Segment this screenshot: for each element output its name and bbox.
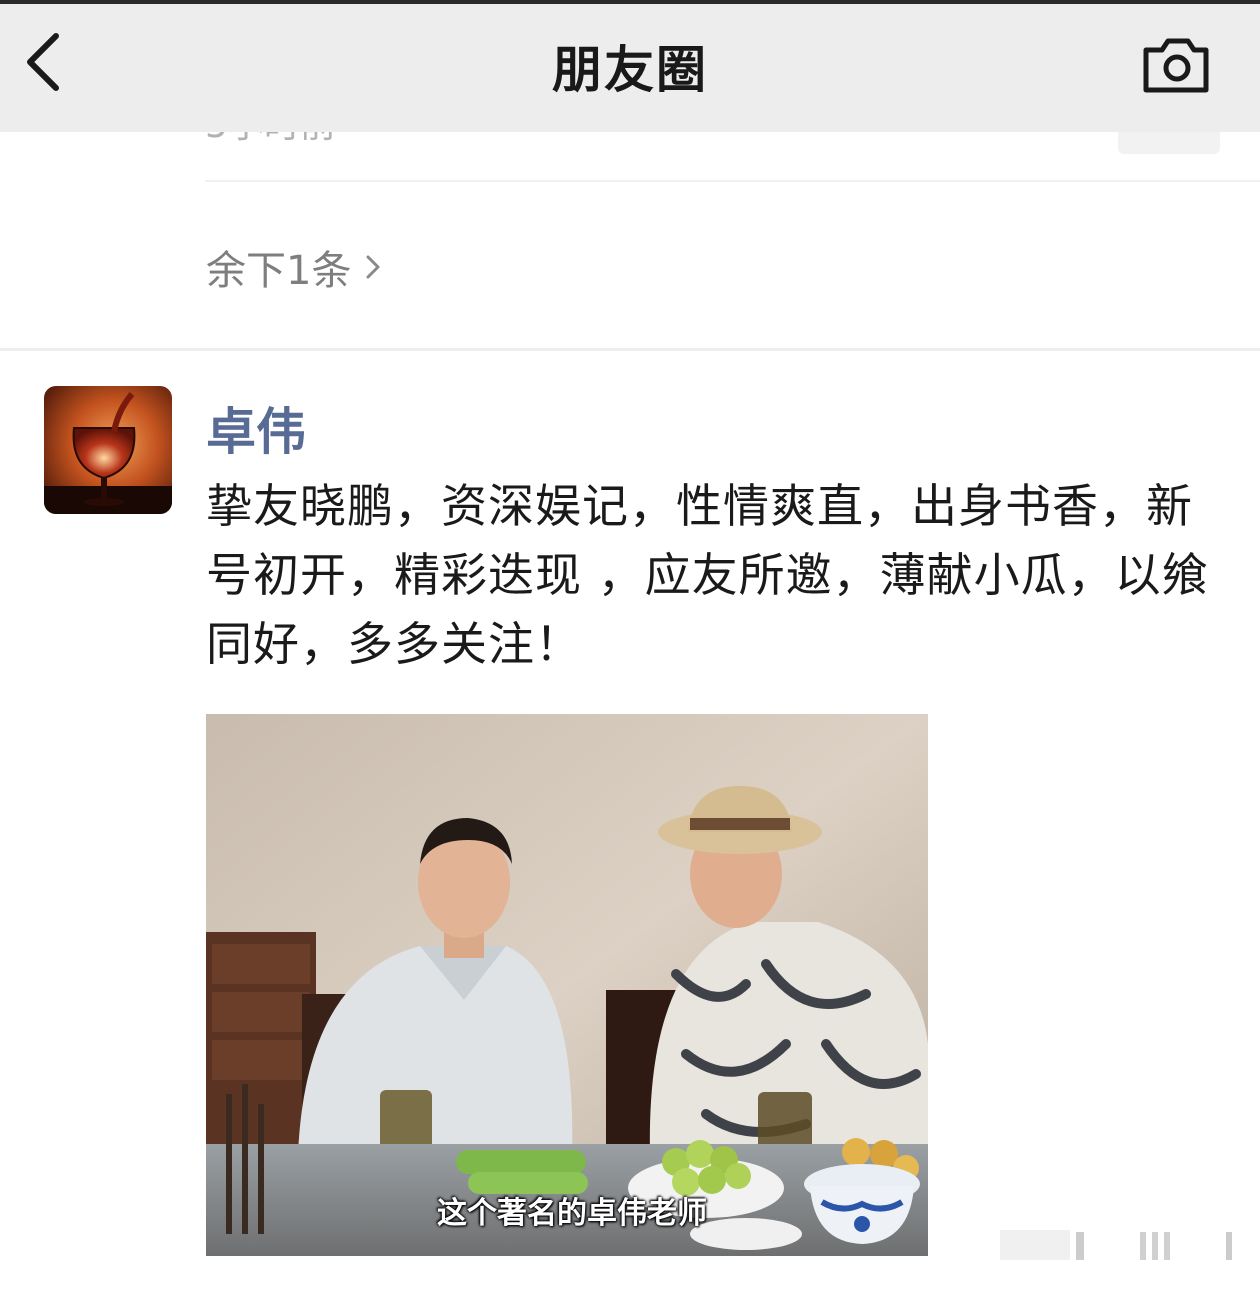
avatar[interactable] [44, 386, 172, 514]
separator [205, 180, 1260, 182]
avatar-image [44, 386, 172, 514]
watermark [1000, 1226, 1240, 1266]
previous-post-comment-button[interactable] [1118, 132, 1220, 154]
camera-icon [1143, 38, 1209, 93]
nav-bar: 朋友圈 [0, 4, 1260, 132]
chevron-right-icon [366, 255, 380, 279]
post-photo[interactable] [206, 714, 928, 1256]
remaining-posts-label: 余下1条 [206, 248, 352, 294]
post-divider [0, 348, 1260, 351]
photo-scene [206, 714, 928, 1256]
camera-button[interactable] [1136, 28, 1216, 98]
post-text: 挚友晓鹏，资深娱记，性情爽直，出身书香，新号初开，精彩迭现 ，应友所邀，薄献小瓜… [206, 479, 1209, 671]
post-author[interactable]: 卓伟 [206, 392, 306, 464]
page-title: 朋友圈 [552, 41, 708, 99]
photo-caption: 这个著名的卓伟老师 [437, 1196, 707, 1231]
remaining-posts-link[interactable]: 余下1条 [206, 238, 381, 296]
